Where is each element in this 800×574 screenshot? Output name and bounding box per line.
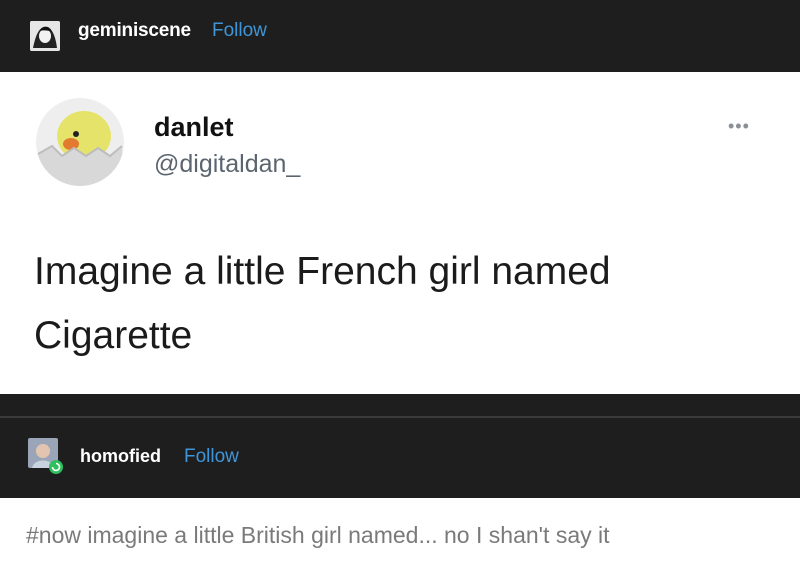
reblog-follow-button[interactable]: Follow <box>184 446 239 468</box>
reblog-body: #now imagine a little British girl named… <box>0 498 800 574</box>
post-divider <box>0 394 800 418</box>
reblog-tags-text: #now imagine a little British girl named… <box>26 522 610 548</box>
follow-button[interactable]: Follow <box>212 20 267 42</box>
avatar[interactable] <box>30 21 60 51</box>
reblog-avatar-image-icon <box>28 438 63 474</box>
more-options-icon[interactable]: ••• <box>728 116 750 137</box>
tweet-card: danlet @digitaldan_ ••• Imagine a little… <box>0 72 800 394</box>
reblog-avatar[interactable] <box>28 438 64 474</box>
tweet-text-line-2: Cigarette <box>34 314 193 357</box>
avatar-image-icon <box>30 21 60 51</box>
display-name[interactable]: danlet <box>154 112 234 143</box>
post-header: geminiscene Follow <box>0 0 800 72</box>
tweet-text: Imagine a little French girl named Cigar… <box>34 240 754 368</box>
reblog-username[interactable]: homofied <box>80 446 161 467</box>
twitter-handle[interactable]: @digitaldan_ <box>154 150 300 179</box>
username[interactable]: geminiscene <box>78 20 191 42</box>
tweet-text-line-1: Imagine a little French girl named <box>34 250 611 293</box>
chick-avatar-icon <box>34 96 126 188</box>
reblog-header: homofied Follow <box>0 418 800 498</box>
